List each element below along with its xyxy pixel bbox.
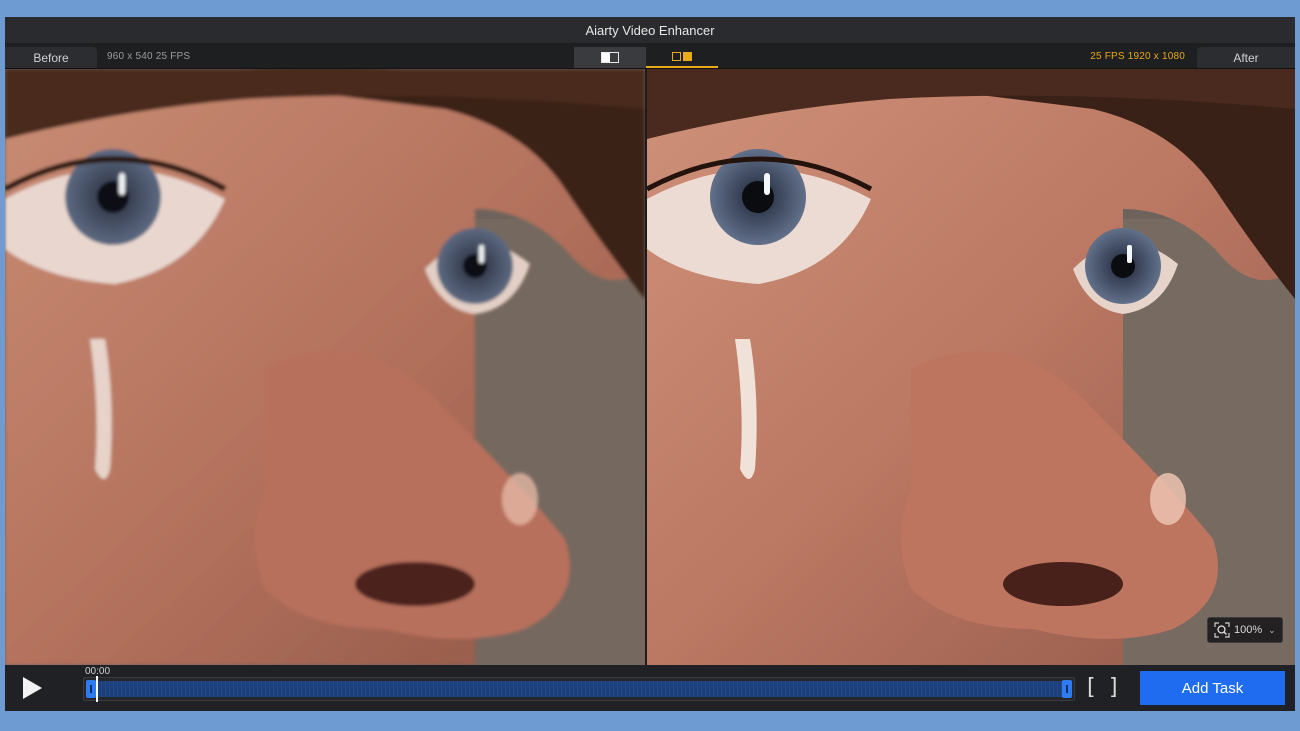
playhead[interactable] — [96, 676, 98, 702]
before-frame-image — [5, 69, 645, 665]
trim-end-handle[interactable] — [1062, 680, 1072, 698]
timeline-range — [90, 681, 1068, 697]
app-window: Aiarty Video Enhancer Before 960 x 540 2… — [5, 17, 1295, 711]
before-tab[interactable]: Before — [5, 47, 97, 68]
side-by-side-view-button[interactable] — [646, 47, 718, 68]
timeline-bar: 00:00 [ ] Add Task — [5, 665, 1295, 711]
set-out-point-button[interactable]: ] — [1109, 677, 1118, 699]
output-info: 25 FPS 1920 x 1080 — [1090, 51, 1185, 62]
zoom-fit-icon — [1214, 622, 1230, 638]
after-preview[interactable]: 100% ⌄ — [647, 69, 1295, 665]
timeline-track[interactable] — [83, 676, 1075, 702]
before-label: Before — [33, 50, 69, 65]
zoom-level: 100% — [1234, 624, 1263, 636]
app-title: Aiarty Video Enhancer — [585, 22, 715, 38]
after-label: After — [1233, 50, 1259, 65]
set-in-point-button[interactable]: [ — [1087, 677, 1096, 699]
before-preview[interactable] — [5, 69, 645, 665]
title-bar: Aiarty Video Enhancer — [5, 17, 1295, 43]
source-info: 960 x 540 25 FPS — [107, 51, 191, 62]
zoom-control[interactable]: 100% ⌄ — [1207, 617, 1283, 643]
add-task-button[interactable]: Add Task — [1140, 671, 1285, 705]
after-tab[interactable]: After — [1197, 47, 1295, 68]
after-frame-image — [647, 69, 1295, 665]
play-icon[interactable] — [19, 675, 45, 701]
split-view-button[interactable] — [574, 47, 646, 68]
trim-start-handle[interactable] — [86, 680, 96, 698]
chevron-down-icon: ⌄ — [1268, 624, 1276, 635]
compare-toolbar: Before 960 x 540 25 FPS 25 FPS 1920 x 10… — [5, 43, 1295, 69]
side-by-side-icon — [672, 52, 692, 61]
split-view-icon — [601, 52, 619, 63]
